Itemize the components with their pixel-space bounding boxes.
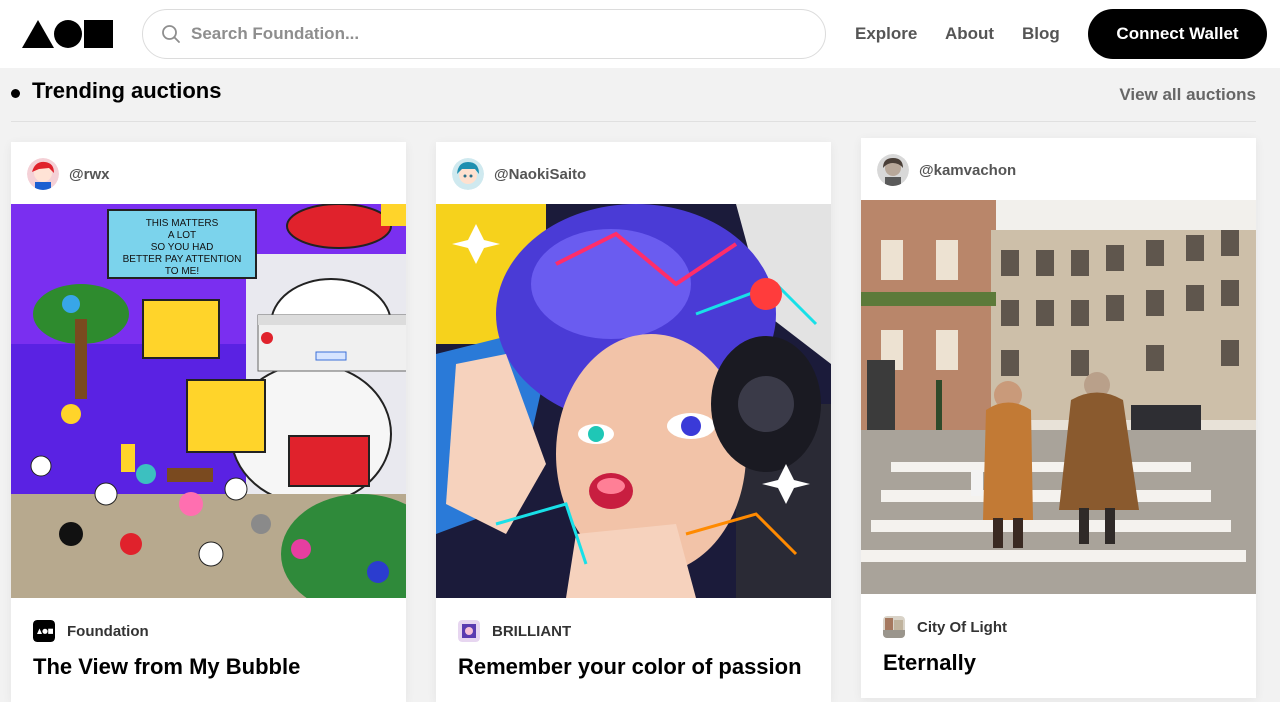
auction-card-1[interactable]: @rwx THIS MATTERS A LOT SO YOU HAD BETTE…	[11, 142, 406, 702]
collection-name: City Of Light	[917, 618, 1007, 636]
svg-text:SO YOU HAD: SO YOU HAD	[151, 242, 214, 253]
creator-avatar	[452, 158, 484, 190]
collection-row[interactable]: City Of Light	[883, 616, 1007, 638]
collection-icon	[458, 620, 480, 642]
artwork-image[interactable]: THIS MATTERS A LOT SO YOU HAD BETTER PAY…	[11, 204, 406, 598]
search-icon	[161, 24, 181, 44]
collection-name: BRILLIANT	[492, 622, 572, 640]
creator-avatar	[27, 158, 59, 190]
svg-text:BETTER PAY ATTENTION: BETTER PAY ATTENTION	[123, 254, 242, 265]
svg-text:THIS MATTERS: THIS MATTERS	[146, 218, 219, 229]
auction-card-3[interactable]: @kamvachon City Of Light Eternally	[861, 138, 1256, 698]
nav-explore-link[interactable]: Explore	[855, 22, 917, 46]
collection-row[interactable]: BRILLIANT	[458, 620, 571, 642]
search-input[interactable]	[189, 23, 753, 45]
auction-card-2[interactable]: @NaokiSaito BRILLIANT Remember your colo…	[436, 142, 831, 702]
collection-icon	[883, 616, 905, 638]
creator-handle: @NaokiSaito	[494, 165, 587, 183]
nav-blog-link[interactable]: Blog	[1022, 22, 1060, 46]
search-bar[interactable]	[142, 9, 826, 59]
foundation-logo-icon[interactable]	[22, 18, 114, 50]
creator-handle: @rwx	[69, 165, 110, 183]
artwork-title: Eternally	[883, 650, 976, 675]
collection-icon	[33, 620, 55, 642]
creator-avatar	[877, 154, 909, 186]
view-all-auctions-link[interactable]: View all auctions	[1119, 85, 1256, 105]
svg-text:TO ME!: TO ME!	[165, 266, 199, 277]
artwork-image[interactable]	[436, 204, 831, 598]
section-title: Trending auctions	[32, 78, 222, 103]
collection-name: Foundation	[67, 622, 149, 640]
creator-row[interactable]: @NaokiSaito	[452, 158, 586, 190]
artwork-image[interactable]	[861, 200, 1256, 594]
creator-handle: @kamvachon	[919, 161, 1017, 179]
live-dot-icon	[11, 89, 20, 98]
connect-wallet-button[interactable]: Connect Wallet	[1088, 9, 1267, 59]
creator-row[interactable]: @kamvachon	[877, 154, 1016, 186]
artwork-title: The View from My Bubble	[33, 654, 301, 679]
top-nav-bar: Explore About Blog Connect Wallet	[0, 0, 1280, 68]
collection-row[interactable]: Foundation	[33, 620, 149, 642]
svg-text:A LOT: A LOT	[168, 230, 196, 241]
nav-about-link[interactable]: About	[945, 22, 994, 46]
creator-row[interactable]: @rwx	[27, 158, 109, 190]
section-divider	[11, 121, 1256, 122]
artwork-title: Remember your color of passion	[458, 654, 802, 679]
trending-section-header: Trending auctions View all auctions	[0, 68, 1280, 122]
